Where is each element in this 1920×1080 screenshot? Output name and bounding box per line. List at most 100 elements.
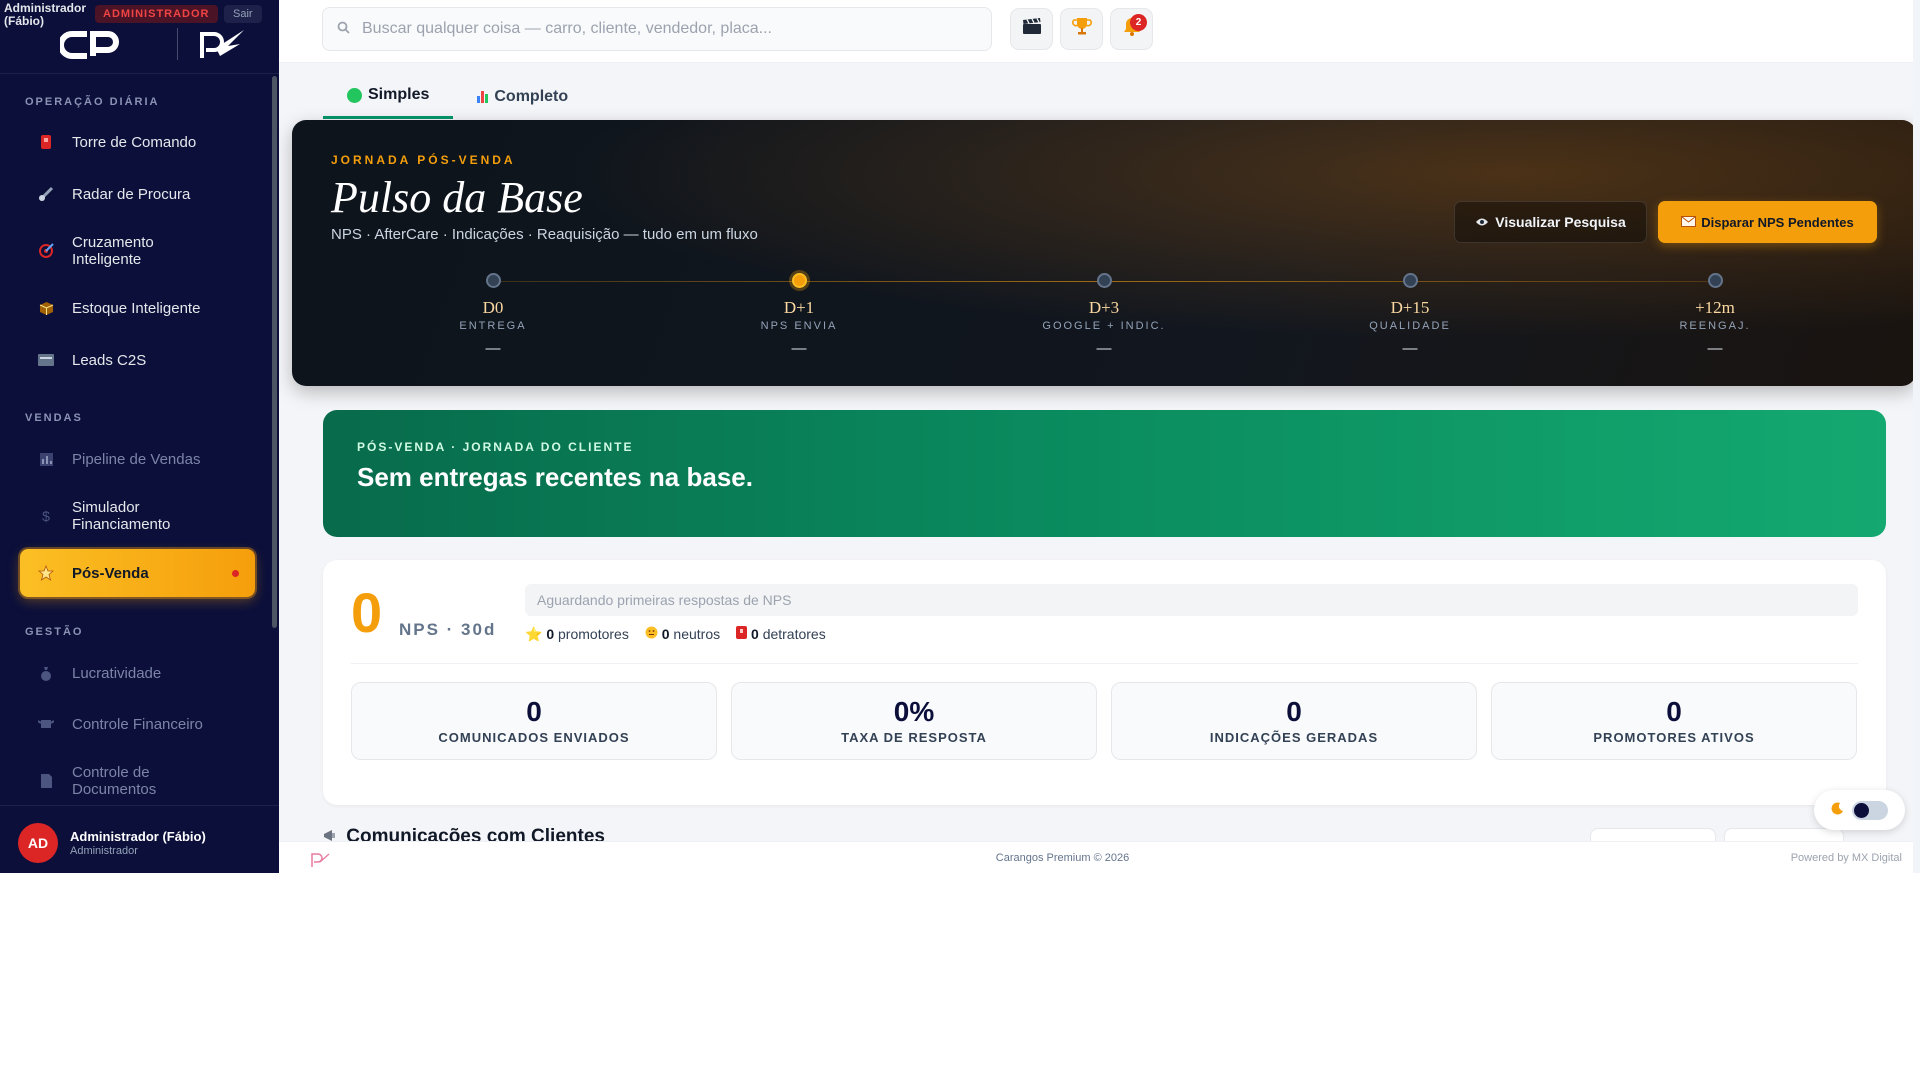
kpi-value: 0	[526, 696, 542, 727]
envelope-icon	[1681, 215, 1697, 230]
tab-label: Simples	[368, 86, 430, 103]
promoters-count: ⭐ 0 promotores	[525, 626, 629, 642]
sidebar-item-leads-c2s[interactable]: Leads C2S	[20, 348, 256, 372]
notifications-button[interactable]: 2	[1110, 8, 1153, 50]
page-scrollbar[interactable]	[1913, 0, 1920, 873]
bar-chart-icon	[20, 452, 72, 467]
stage-value: —	[1096, 340, 1112, 357]
stage-label: NPS ENVIA	[760, 320, 838, 332]
green-circle-icon	[347, 87, 362, 103]
stage-label: REENGAJ.	[1679, 320, 1751, 332]
sidebar-item-label: Lucratividade	[72, 664, 162, 682]
sidebar-item-label: Leads C2S	[72, 351, 147, 369]
theme-toggle[interactable]	[1814, 790, 1905, 830]
search-input[interactable]: Buscar qualquer coisa — carro, cliente, …	[322, 7, 992, 51]
user-profile[interactable]: AD Administrador (Fábio) Administrador	[0, 805, 279, 873]
stage-d1: D+1 NPS ENVIA —	[719, 273, 879, 357]
banner-title: Sem entregas recentes na base.	[357, 462, 753, 492]
nps-status-bar: Aguardando primeiras respostas de NPS	[525, 584, 1858, 616]
trophy-icon	[1071, 16, 1092, 42]
view-survey-button[interactable]: Visualizar Pesquisa	[1454, 201, 1647, 243]
sidebar-item-estoque-inteligente[interactable]: Estoque Inteligente	[20, 296, 256, 320]
detractors-count: 0 detratores	[736, 626, 826, 643]
communications-filter-button[interactable]	[1724, 828, 1844, 841]
sidebar-item-pos-venda[interactable]: Pós-Venda	[20, 549, 255, 597]
stage-label: ENTREGA	[459, 320, 527, 332]
sidebar-item-label: Torre de Comando	[72, 133, 197, 151]
star-icon: ⭐	[525, 626, 543, 642]
avatar: AD	[18, 823, 58, 863]
stage-value: —	[1707, 340, 1723, 357]
kpi-value: 0	[1666, 696, 1682, 727]
section-sales: VENDAS	[25, 412, 83, 424]
active-indicator-dot	[232, 570, 239, 577]
nps-breakdown: ⭐ 0 promotores 0 neutros 0 detratores	[525, 626, 826, 643]
sidebar-item-label: Controle Financeiro	[72, 715, 203, 733]
sidebar-item-torre-de-comando[interactable]: Torre de Comando	[20, 130, 256, 154]
kpi-communications-sent: 0 COMUNICADOS ENVIADOS	[351, 682, 717, 760]
communications-title-text: Comunicações com Clientes	[346, 826, 605, 841]
sidebar-item-label: Radar de Procura	[72, 185, 191, 203]
sidebar-item-cruzamento-inteligente[interactable]: Cruzamento Inteligente	[20, 233, 256, 269]
sidebar-item-radar-de-procura[interactable]: Radar de Procura	[20, 182, 256, 206]
send-pending-nps-button[interactable]: Disparar NPS Pendentes	[1658, 201, 1877, 243]
clapperboard-button[interactable]	[1010, 8, 1053, 50]
kpi-response-rate: 0% TAXA DE RESPOSTA	[731, 682, 1097, 760]
stage-label: QUALIDADE	[1369, 320, 1451, 332]
target-icon	[20, 243, 72, 259]
premium-logo	[200, 30, 244, 58]
footer-powered-by[interactable]: Powered by MX Digital	[1791, 852, 1902, 864]
nps-period-label: NPS · 30d	[399, 620, 497, 639]
logout-button[interactable]: Sair	[224, 5, 262, 23]
stage-node-active	[791, 273, 807, 288]
sidebar-item-label: Estoque Inteligente	[72, 299, 201, 317]
communications-title: Comunicações com Clientes	[323, 826, 605, 841]
sidebar: Administrador (Fábio) ADMINISTRADOR Sair…	[0, 0, 279, 873]
banner-eyebrow: PÓS-VENDA · JORNADA DO CLIENTE	[357, 440, 634, 454]
main-content: Simples Completo JORNADA PÓS-VENDA Pulso…	[279, 63, 1920, 841]
hero-title: Pulso da Base	[331, 173, 583, 222]
moon-icon	[1831, 802, 1844, 818]
stage-value: —	[485, 340, 501, 357]
kpi-caption: INDICAÇÕES GERADAS	[1209, 730, 1379, 745]
dollar-icon: $	[42, 507, 50, 524]
role-badge: ADMINISTRADOR	[95, 5, 218, 23]
box-icon	[20, 301, 72, 316]
admin-name: Administrador (Fábio)	[4, 1, 87, 28]
view-tabs: Simples Completo	[323, 74, 592, 119]
stage-day: +12m	[1695, 298, 1735, 317]
stage-d3: D+3 GOOGLE + INDIC. —	[1024, 273, 1184, 357]
sidebar-item-label: Pós-Venda	[72, 564, 149, 582]
theme-switch[interactable]	[1852, 800, 1888, 820]
document-icon	[20, 773, 72, 789]
search-icon	[337, 21, 350, 37]
sidebar-scrollbar[interactable]	[272, 76, 277, 628]
search-placeholder: Buscar qualquer coisa — carro, cliente, …	[362, 20, 772, 37]
customer-journey-banner: PÓS-VENDA · JORNADA DO CLIENTE Sem entre…	[323, 410, 1886, 537]
sidebar-item-controle-de-documentos[interactable]: Controle de Documentos	[20, 763, 256, 799]
stage-day: D0	[482, 298, 504, 317]
sidebar-item-simulador-financiamento[interactable]: $ Simulador Financiamento	[20, 498, 256, 534]
stage-node	[1707, 273, 1723, 288]
sidebar-item-lucratividade[interactable]: Lucratividade	[20, 661, 256, 685]
nps-score: 0	[351, 581, 383, 644]
sidebar-item-pipeline-de-vendas[interactable]: Pipeline de Vendas	[20, 447, 256, 471]
send-pending-nps-label: Disparar NPS Pendentes	[1701, 214, 1854, 230]
neutrals-count: 0 neutros	[645, 626, 720, 643]
user-name: Administrador (Fábio)	[70, 829, 206, 844]
eye-icon	[1475, 214, 1489, 230]
communications-action-button[interactable]	[1590, 828, 1716, 841]
tab-simples[interactable]: Simples	[323, 74, 454, 119]
trophy-button[interactable]	[1060, 8, 1103, 50]
card-icon	[20, 354, 72, 366]
stage-value: —	[1402, 340, 1418, 357]
view-survey-label: Visualizar Pesquisa	[1495, 214, 1626, 230]
journey-hero: JORNADA PÓS-VENDA Pulso da Base NPS · Af…	[292, 120, 1916, 386]
hero-eyebrow: JORNADA PÓS-VENDA	[331, 153, 516, 167]
sidebar-item-controle-financeiro[interactable]: Controle Financeiro	[20, 712, 256, 736]
tab-completo[interactable]: Completo	[453, 74, 592, 119]
nps-status-text: Aguardando primeiras respostas de NPS	[537, 592, 792, 608]
stage-d15: D+15 QUALIDADE —	[1330, 273, 1490, 357]
logo-divider	[177, 28, 178, 60]
stage-node	[1096, 273, 1112, 288]
